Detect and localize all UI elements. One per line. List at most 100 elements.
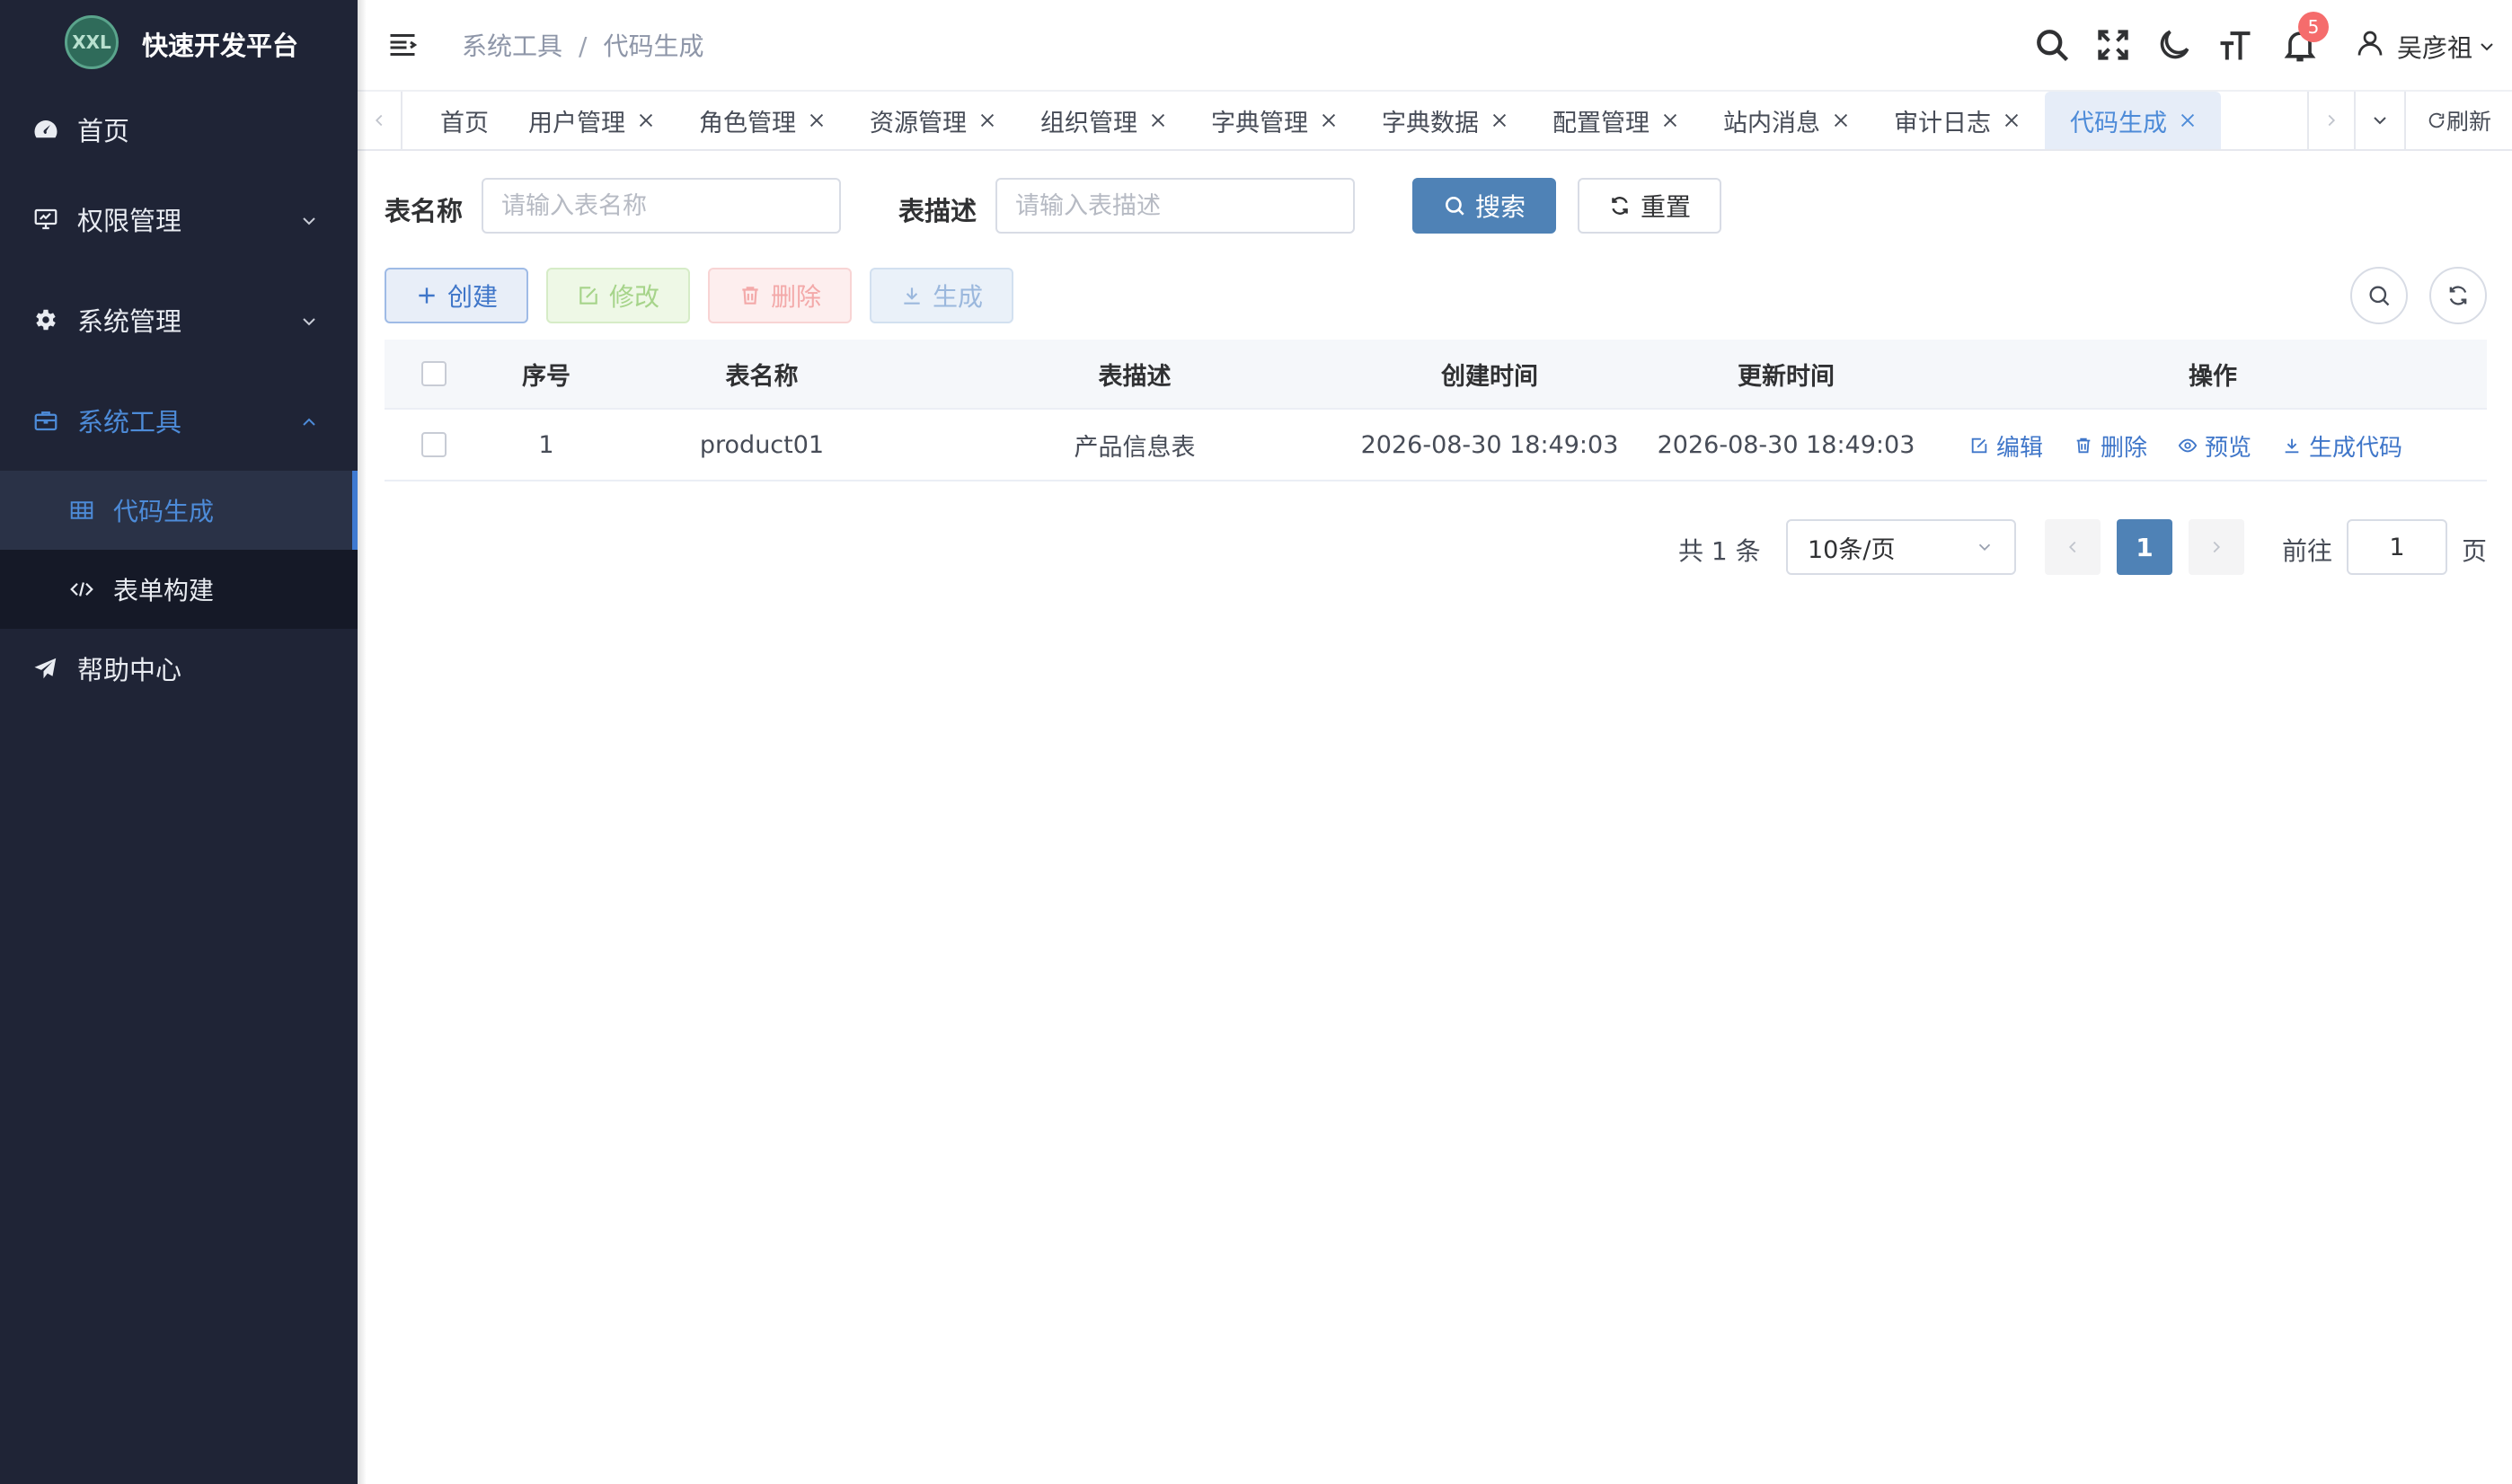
refresh-icon — [2449, 286, 2467, 305]
sidebar-item-label: 系统工具 — [77, 407, 182, 437]
tab-label: 资源管理 — [870, 109, 967, 137]
fullscreen-icon[interactable] — [2093, 25, 2133, 65]
goto-label: 前往 — [2282, 536, 2333, 566]
tab-site-messages[interactable]: 站内消息 — [1723, 92, 1851, 149]
gear-icon — [32, 306, 59, 333]
chevron-up-icon — [298, 410, 320, 431]
sidebar-subitem-form-builder[interactable]: 表单构建 — [0, 550, 358, 629]
toggle-search-button[interactable] — [2350, 267, 2408, 324]
top-header: 系统工具 / 代码生成 5 吴彦祖 — [358, 0, 2512, 90]
table-desc-label: 表描述 — [898, 196, 977, 226]
breadcrumb-separator: / — [579, 31, 588, 61]
row-delete-link[interactable]: 删除 — [2074, 429, 2147, 463]
column-header: 更新时间 — [1738, 362, 1835, 391]
close-icon[interactable] — [2178, 110, 2198, 130]
cell-updated-at: 2026-08-30 18:49:03 — [1657, 430, 1915, 459]
edit-button[interactable]: 修改 — [546, 268, 690, 323]
cell-created-at: 2026-08-30 18:49:03 — [1360, 430, 1619, 459]
cell-table-desc: 产品信息表 — [1074, 433, 1196, 462]
table-name-input[interactable] — [482, 178, 841, 234]
reset-button[interactable]: 重置 — [1578, 178, 1721, 234]
tabs-scroll-right-button[interactable] — [2307, 92, 2354, 149]
row-generate-code-link[interactable]: 生成代码 — [2282, 429, 2402, 463]
close-icon[interactable] — [1319, 110, 1339, 130]
sidebar-item-permissions[interactable]: 权限管理 — [0, 176, 358, 262]
close-icon[interactable] — [807, 110, 827, 130]
tab-label: 角色管理 — [699, 109, 796, 137]
breadcrumb-item[interactable]: 系统工具 — [462, 31, 562, 61]
row-edit-link[interactable]: 编辑 — [1969, 429, 2043, 463]
sidebar-item-label: 系统管理 — [77, 306, 182, 337]
close-icon[interactable] — [1831, 110, 1851, 130]
prev-page-button[interactable] — [2045, 519, 2101, 575]
select-all-checkbox[interactable] — [421, 361, 447, 386]
create-button-label: 创建 — [447, 282, 498, 312]
close-icon[interactable] — [1660, 110, 1680, 130]
tab-code-generation[interactable]: 代码生成 — [2045, 92, 2221, 149]
next-page-button[interactable] — [2189, 519, 2244, 575]
font-size-icon[interactable] — [2216, 25, 2255, 65]
cell-index: 1 — [538, 430, 554, 459]
search-button[interactable]: 搜索 — [1412, 178, 1556, 234]
trash-icon — [2076, 437, 2091, 454]
generate-button[interactable]: 生成 — [870, 268, 1013, 323]
tab-config-management[interactable]: 配置管理 — [1552, 92, 1680, 149]
tab-role-management[interactable]: 角色管理 — [699, 92, 827, 149]
tab-home[interactable]: 首页 — [440, 92, 489, 149]
search-icon — [2369, 286, 2390, 306]
tab-audit-log[interactable]: 审计日志 — [1894, 92, 2021, 149]
sidebar-item-help[interactable]: 帮助中心 — [0, 625, 358, 711]
sidebar-item-tools[interactable]: 系统工具 — [0, 377, 358, 464]
chevron-down-icon — [1978, 543, 1991, 552]
tab-label: 组织管理 — [1040, 109, 1137, 137]
moon-icon[interactable] — [2154, 25, 2194, 65]
chevron-down-icon[interactable] — [2476, 34, 2498, 56]
refresh-icon — [1612, 197, 1628, 215]
row-select-cell — [385, 410, 483, 480]
tab-org-management[interactable]: 组织管理 — [1040, 92, 1168, 149]
row-checkbox[interactable] — [421, 432, 447, 457]
close-icon[interactable] — [636, 110, 656, 130]
column-header: 序号 — [522, 362, 571, 391]
edit-icon — [579, 287, 597, 305]
page-size-value: 10条/页 — [1808, 535, 1896, 564]
sidebar-subitem-label: 代码生成 — [113, 497, 215, 526]
refresh-tab-button[interactable]: 刷新 — [2404, 92, 2512, 149]
search-icon[interactable] — [2032, 25, 2072, 65]
create-button[interactable]: 创建 — [385, 268, 528, 323]
tab-user-management[interactable]: 用户管理 — [528, 92, 656, 149]
sidebar-item-system[interactable]: 系统管理 — [0, 277, 358, 363]
refresh-table-button[interactable] — [2429, 267, 2487, 324]
tab-resource-management[interactable]: 资源管理 — [870, 92, 997, 149]
page-size-select[interactable]: 10条/页 — [1786, 519, 2016, 575]
page-number-button[interactable]: 1 — [2117, 519, 2172, 575]
logo-row[interactable]: XXL 快速开发平台 — [0, 0, 358, 88]
close-icon[interactable] — [1490, 110, 1509, 130]
sidebar-item-home[interactable]: 首页 — [0, 86, 358, 172]
delete-button[interactable]: 删除 — [708, 268, 852, 323]
sidebar-subitem-code-gen[interactable]: 代码生成 — [0, 471, 358, 550]
delete-button-label: 删除 — [770, 282, 821, 312]
column-header: 操作 — [2189, 362, 2237, 391]
reset-button-label: 重置 — [1640, 192, 1691, 222]
chevron-down-icon — [298, 208, 320, 230]
menu-collapse-icon[interactable] — [386, 29, 419, 61]
row-preview-link[interactable]: 预览 — [2178, 429, 2251, 463]
tab-dict-management[interactable]: 字典管理 — [1211, 92, 1339, 149]
row-edit-label: 编辑 — [1996, 434, 2044, 462]
tabs-dropdown-button[interactable] — [2354, 92, 2404, 149]
goto-page-input[interactable] — [2347, 519, 2447, 575]
table-desc-input[interactable] — [995, 178, 1355, 234]
tab-label: 代码生成 — [2070, 109, 2167, 137]
tab-dict-data[interactable]: 字典数据 — [1382, 92, 1509, 149]
user-icon[interactable] — [2354, 27, 2386, 59]
table-name-label: 表名称 — [385, 196, 464, 226]
tab-label: 站内消息 — [1723, 109, 1820, 137]
table-header: 序号 表名称 表描述 创建时间 更新时间 操作 — [385, 340, 2487, 410]
tabs-bar: 首页 用户管理 角色管理 资源管理 组织管理 字典管理 字典数据 配置管理 站内… — [358, 90, 2512, 151]
close-icon[interactable] — [977, 110, 997, 130]
close-icon[interactable] — [1148, 110, 1168, 130]
user-name[interactable]: 吴彦祖 — [2397, 29, 2472, 65]
close-icon[interactable] — [2002, 110, 2021, 130]
cell-table-name: product01 — [699, 430, 825, 459]
